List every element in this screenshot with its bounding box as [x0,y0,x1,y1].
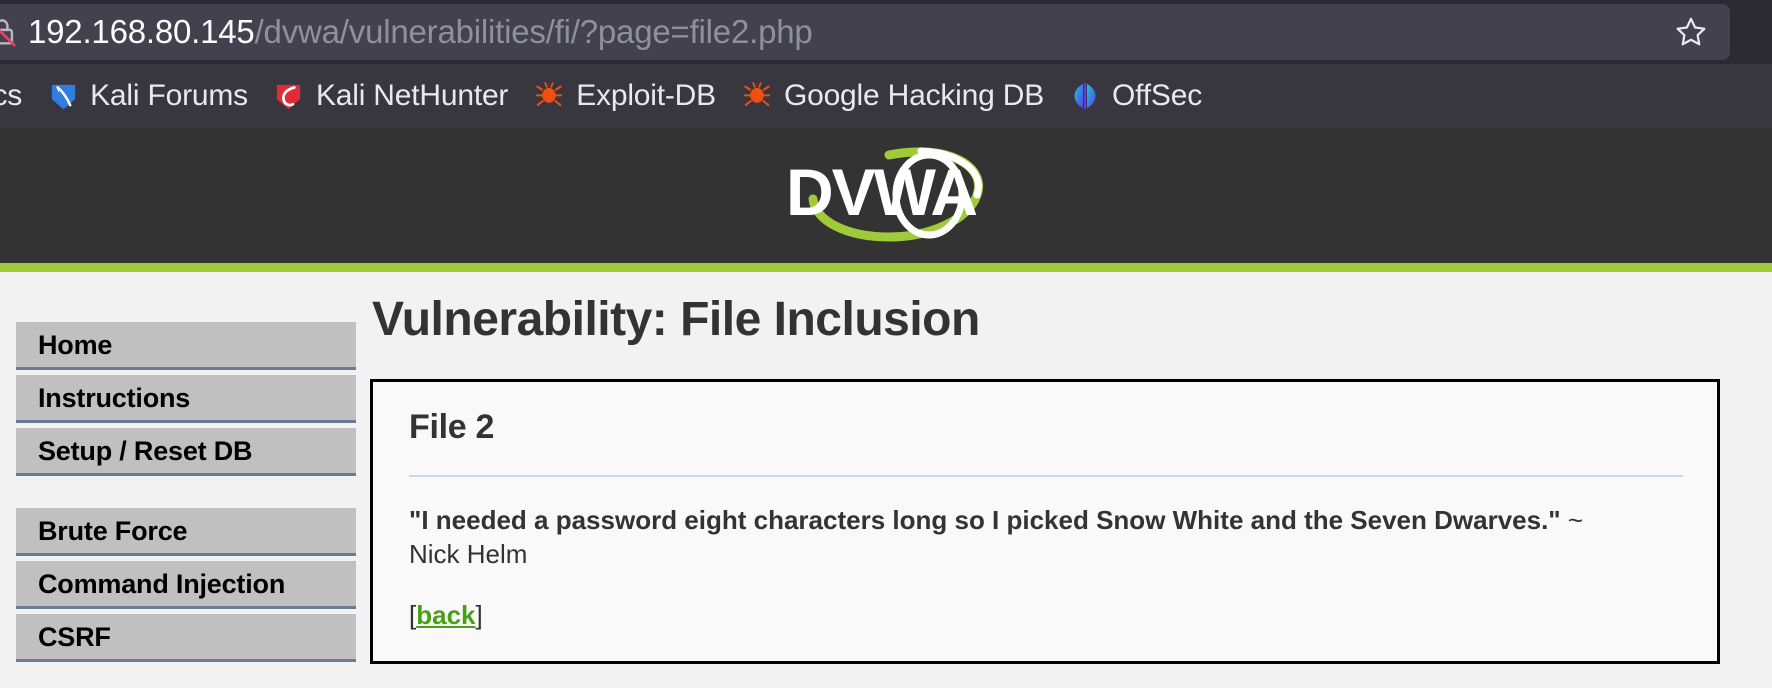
kali-forums-icon [46,79,80,113]
quote-author: Nick Helm [409,539,528,569]
sidebar-item-command-injection[interactable]: Command Injection [16,561,356,609]
sidebar-item-brute-force[interactable]: Brute Force [16,508,356,556]
main-content: Vulnerability: File Inclusion File 2 "I … [370,272,1772,664]
sidebar-item-label: Home [38,329,113,360]
offsec-icon [1068,79,1102,113]
dvwa-site: DVWA Home Instructions Setup / Reset DB … [0,128,1772,688]
site-header: DVWA [0,128,1772,263]
sidebar-item-instructions[interactable]: Instructions [16,375,356,423]
file-content-box: File 2 "I needed a password eight charac… [370,379,1720,664]
bookmark-label: Google Hacking DB [783,79,1045,112]
svg-text:DVWA: DVWA [786,155,976,229]
bracket-close: ] [475,600,483,630]
url-bar-row: 192.168.80.145/dvwa/vulnerabilities/fi/?… [0,0,1772,64]
file-title: File 2 [409,408,495,446]
sidebar-item-label: Setup / Reset DB [38,435,253,466]
sidebar-group-main: Home Instructions Setup / Reset DB [16,322,370,476]
url-host: 192.168.80.145 [28,13,255,50]
sidebar-item-label: Brute Force [38,515,188,546]
bookmark-kali-docs[interactable]: ocs [0,71,34,121]
star-icon[interactable] [1668,9,1714,55]
quote-block: "I needed a password eight characters lo… [409,503,1683,571]
bookmark-label: OffSec [1112,79,1202,112]
quote-tilde: ~ [1560,505,1584,535]
google-hacking-db-icon [740,79,774,113]
sidebar-item-label: CSRF [38,621,111,652]
sidebar-group-vulnerabilities: Brute Force Command Injection CSRF [16,508,370,662]
bookmark-google-hacking-db[interactable]: Google Hacking DB [728,71,1056,121]
address-bar[interactable]: 192.168.80.145/dvwa/vulnerabilities/fi/?… [0,4,1730,60]
sidebar-item-setup-reset-db[interactable]: Setup / Reset DB [16,428,356,476]
sidebar: Home Instructions Setup / Reset DB Brute… [0,272,370,688]
bookmark-exploit-db[interactable]: Exploit-DB [520,71,728,121]
site-body: Home Instructions Setup / Reset DB Brute… [0,272,1772,688]
url-text[interactable]: 192.168.80.145/dvwa/vulnerabilities/fi/?… [22,12,1668,52]
url-path: /dvwa/vulnerabilities/fi/?page=file2.php [254,13,813,50]
green-accent-bar [0,263,1772,272]
bookmark-label: Exploit-DB [576,79,716,112]
bookmark-kali-forums[interactable]: Kali Forums [34,71,260,121]
kali-nethunter-icon [272,79,306,113]
page-title: Vulnerability: File Inclusion [372,293,980,346]
bookmark-kali-nethunter[interactable]: Kali NetHunter [260,71,520,121]
bookmark-offsec[interactable]: OffSec [1056,71,1214,121]
sidebar-item-csrf[interactable]: CSRF [16,614,356,662]
back-line: [back] [409,599,1683,631]
divider [409,475,1683,477]
sidebar-item-label: Command Injection [38,568,286,599]
exploit-db-icon [532,79,566,113]
quote-text: "I needed a password eight characters lo… [409,505,1561,535]
sidebar-item-home[interactable]: Home [16,322,356,370]
bookmark-label: ocs [0,79,23,112]
browser-chrome: 192.168.80.145/dvwa/vulnerabilities/fi/?… [0,0,1772,128]
dvwa-logo: DVWA [786,146,984,242]
lock-slashed-icon[interactable] [0,12,22,52]
bookmark-label: Kali NetHunter [315,79,509,112]
bookmark-label: Kali Forums [90,79,248,112]
sidebar-item-label: Instructions [38,382,191,413]
back-link[interactable]: back [416,600,475,630]
bookmarks-bar: ocs Kali Forums Kali NetHunter [0,64,1772,128]
